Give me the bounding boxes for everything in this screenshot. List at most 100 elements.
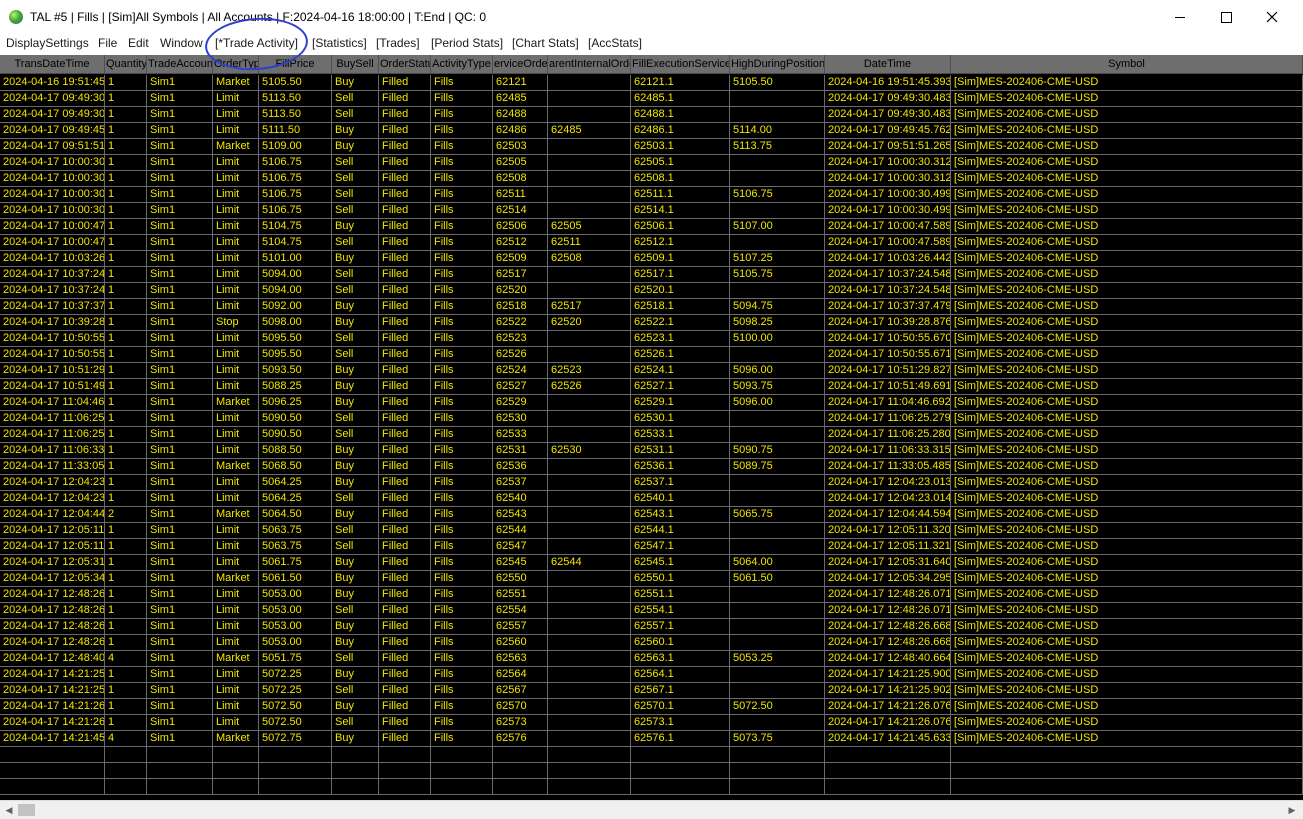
menu-window[interactable]: Window: [160, 36, 203, 50]
header-col-parent-internal-order[interactable]: arentInternalOrder: [548, 55, 631, 74]
table-row[interactable]: 2024-04-17 12:04:44. 2 Sim1 Market 5064.50 Bu…: [0, 507, 1303, 523]
table-row[interactable]: 2024-04-17 12:05:11. 1 Sim1 Limit 5063.75 Sel…: [0, 523, 1303, 539]
table-row[interactable]: 2024-04-17 10:39:28. 1 Sim1 Stop 5098.00 Buy F…: [0, 315, 1303, 331]
cell-order-type: Limit: [213, 715, 259, 730]
table-row[interactable]: 2024-04-17 12:04:23. 1 Sim1 Limit 5064.25 Sel…: [0, 491, 1303, 507]
table-row[interactable]: 2024-04-17 10:00:30. 1 Sim1 Limit 5106.75 Sel…: [0, 171, 1303, 187]
cell-activity-type: Fills: [431, 555, 493, 570]
cell-fill-execution-service-id: 62522.1: [631, 315, 730, 330]
table-row[interactable]: 2024-04-17 10:00:30. 1 Sim1 Limit 5106.75 Sel…: [0, 203, 1303, 219]
table-row[interactable]: 2024-04-17 09:49:30. 1 Sim1 Limit 5113.50 Sel…: [0, 107, 1303, 123]
table-row[interactable]: 2024-04-17 12:48:26. 1 Sim1 Limit 5053.00 Buy…: [0, 619, 1303, 635]
table-row[interactable]: 2024-04-17 14:21:45. 4 Sim1 Market 5072.75 Bu…: [0, 731, 1303, 747]
cell-buy-sell: Buy: [332, 299, 379, 314]
cell-quantity: 1: [105, 203, 147, 218]
horizontal-scrollbar[interactable]: ◀ ▶: [0, 800, 1303, 819]
table-row[interactable]: 2024-04-17 09:49:30. 1 Sim1 Limit 5113.50 Sel…: [0, 91, 1303, 107]
table-row[interactable]: 2024-04-17 11:06:25. 1 Sim1 Limit 5090.50 Sel…: [0, 427, 1303, 443]
table-row[interactable]: 2024-04-17 12:48:26. 1 Sim1 Limit 5053.00 Buy…: [0, 587, 1303, 603]
cell-high-during-position: [730, 587, 825, 602]
table-row[interactable]: 2024-04-17 12:04:23. 1 Sim1 Limit 5064.25 Buy…: [0, 475, 1303, 491]
table-row[interactable]: 2024-04-17 10:03:26. 1 Sim1 Limit 5101.00 Buy…: [0, 251, 1303, 267]
maximize-button[interactable]: [1203, 0, 1249, 34]
cell-activity-type: Fills: [431, 571, 493, 586]
header-col-order-status[interactable]: OrderStatus: [379, 55, 431, 74]
table-row[interactable]: 2024-04-17 12:05:34. 1 Sim1 Market 5061.50 Bu…: [0, 571, 1303, 587]
close-button[interactable]: [1249, 0, 1295, 34]
cell-activity-type: Fills: [431, 283, 493, 298]
cell-order-status: Filled: [379, 347, 431, 362]
table-row[interactable]: 2024-04-17 14:21:26. 1 Sim1 Limit 5072.50 Buy…: [0, 699, 1303, 715]
cell-high-during-position: 5100.00: [730, 331, 825, 346]
header-col-high-during-position[interactable]: HighDuringPosition: [730, 55, 825, 74]
menu-trade-activity[interactable]: [*Trade Activity]: [215, 36, 298, 50]
header-col-datetime[interactable]: DateTime: [825, 55, 951, 74]
table-row[interactable]: 2024-04-17 10:00:47. 1 Sim1 Limit 5104.75 Buy…: [0, 219, 1303, 235]
table-row[interactable]: 2024-04-17 14:21:25. 1 Sim1 Limit 5072.25 Sel…: [0, 683, 1303, 699]
scroll-left-arrow-icon[interactable]: ◀: [3, 804, 15, 816]
table-row[interactable]: 2024-04-17 12:05:11. 1 Sim1 Limit 5063.75 Sel…: [0, 539, 1303, 555]
header-col-fill-price[interactable]: FillPrice: [259, 55, 332, 74]
table-row[interactable]: 2024-04-17 12:48:26. 1 Sim1 Limit 5053.00 Buy…: [0, 635, 1303, 651]
table-row[interactable]: 2024-04-17 11:33:05. 1 Sim1 Market 5068.50 Bu…: [0, 459, 1303, 475]
header-col-quantity[interactable]: Quantity: [105, 55, 147, 74]
table-row[interactable]: 2024-04-17 10:50:55. 1 Sim1 Limit 5095.50 Sel…: [0, 331, 1303, 347]
table-row[interactable]: 2024-04-17 10:51:29. 1 Sim1 Limit 5093.50 Buy…: [0, 363, 1303, 379]
table-row[interactable]: 2024-04-17 10:37:24. 1 Sim1 Limit 5094.00 Sel…: [0, 283, 1303, 299]
cell-quantity: 1: [105, 139, 147, 154]
minimize-button[interactable]: [1157, 0, 1203, 34]
menu-edit[interactable]: Edit: [128, 36, 149, 50]
cell-quantity: 1: [105, 187, 147, 202]
table-row[interactable]: 2024-04-17 11:06:25. 1 Sim1 Limit 5090.50 Sel…: [0, 411, 1303, 427]
table-row[interactable]: 2024-04-17 12:48:26. 1 Sim1 Limit 5053.00 Sel…: [0, 603, 1303, 619]
header-col-symbol[interactable]: Symbol: [951, 55, 1303, 74]
header-col-fill-execution-service-id[interactable]: FillExecutionServiceID: [631, 55, 730, 74]
cell-order-status: Filled: [379, 715, 431, 730]
cell-activity-type: Fills: [431, 651, 493, 666]
table-row[interactable]: 2024-04-17 11:06:33. 1 Sim1 Limit 5088.50 Buy…: [0, 443, 1303, 459]
table-row[interactable]: 2024-04-17 12:05:31. 1 Sim1 Limit 5061.75 Buy…: [0, 555, 1303, 571]
table-row[interactable]: 2024-04-17 10:37:24. 1 Sim1 Limit 5094.00 Sel…: [0, 267, 1303, 283]
cell-service-order: 62547: [493, 539, 548, 554]
menu-statistics[interactable]: [Statistics]: [312, 36, 367, 50]
header-col-order-type[interactable]: OrderType: [213, 55, 259, 74]
header-col-buy-sell[interactable]: BuySell: [332, 55, 379, 74]
table-row[interactable]: 2024-04-17 09:49:45. 1 Sim1 Limit 5111.50 Buy…: [0, 123, 1303, 139]
cell-trans-datetime: 2024-04-17 11:33:05.: [0, 459, 105, 474]
table-row[interactable]: 2024-04-17 12:48:40. 4 Sim1 Market 5051.75 Se…: [0, 651, 1303, 667]
menu-period-stats[interactable]: [Period Stats]: [431, 36, 503, 50]
cell-quantity: 1: [105, 107, 147, 122]
header-col-trade-account[interactable]: TradeAccount: [147, 55, 213, 74]
header-col-trans-datetime[interactable]: TransDateTime: [0, 55, 105, 74]
table-row[interactable]: 2024-04-17 10:51:49. 1 Sim1 Limit 5088.25 Buy…: [0, 379, 1303, 395]
trade-activity-grid[interactable]: TransDateTime Quantity TradeAccount OrderTy…: [0, 55, 1303, 800]
cell-fill-execution-service-id: 62488.1: [631, 107, 730, 122]
table-row[interactable]: 2024-04-17 10:37:37. 1 Sim1 Limit 5092.00 Buy…: [0, 299, 1303, 315]
menu-display-settings[interactable]: DisplaySettings: [6, 36, 89, 50]
menu-file[interactable]: File: [98, 36, 117, 50]
table-row[interactable]: 2024-04-17 10:00:30. 1 Sim1 Limit 5106.75 Sel…: [0, 155, 1303, 171]
header-col-service-order[interactable]: erviceOrder: [493, 55, 548, 74]
cell-order-status: Filled: [379, 251, 431, 266]
table-row[interactable]: 2024-04-17 10:50:55. 1 Sim1 Limit 5095.50 Sel…: [0, 347, 1303, 363]
scroll-thumb[interactable]: [18, 804, 35, 816]
scroll-right-arrow-icon[interactable]: ▶: [1286, 804, 1298, 816]
cell-high-during-position: [730, 283, 825, 298]
table-row[interactable]: 2024-04-16 19:51:45. 1 Sim1 Market 5105.50 Bu…: [0, 75, 1303, 91]
table-row[interactable]: 2024-04-17 10:00:47. 1 Sim1 Limit 5104.75 Sel…: [0, 235, 1303, 251]
cell-high-during-position: 5105.50: [730, 75, 825, 90]
table-row[interactable]: 2024-04-17 14:21:26. 1 Sim1 Limit 5072.50 Sel…: [0, 715, 1303, 731]
table-row[interactable]: 2024-04-17 09:51:51. 1 Sim1 Market 5109.00 Bu…: [0, 139, 1303, 155]
table-row[interactable]: 2024-04-17 14:21:25. 1 Sim1 Limit 5072.25 Buy…: [0, 667, 1303, 683]
cell-fill-price: 5068.50: [259, 459, 332, 474]
table-row[interactable]: 2024-04-17 10:00:30. 1 Sim1 Limit 5106.75 Sel…: [0, 187, 1303, 203]
menu-trades[interactable]: [Trades]: [376, 36, 420, 50]
table-row[interactable]: 2024-04-17 11:04:46. 1 Sim1 Market 5096.25 Bu…: [0, 395, 1303, 411]
menu-chart-stats[interactable]: [Chart Stats]: [512, 36, 579, 50]
cell-trade-account: Sim1: [147, 299, 213, 314]
cell-order-type: Limit: [213, 603, 259, 618]
header-col-activity-type[interactable]: ActivityType: [431, 55, 493, 74]
menu-acc-stats[interactable]: [AccStats]: [588, 36, 642, 50]
cell-order-type: Limit: [213, 491, 259, 506]
empty-row: [0, 779, 1303, 795]
